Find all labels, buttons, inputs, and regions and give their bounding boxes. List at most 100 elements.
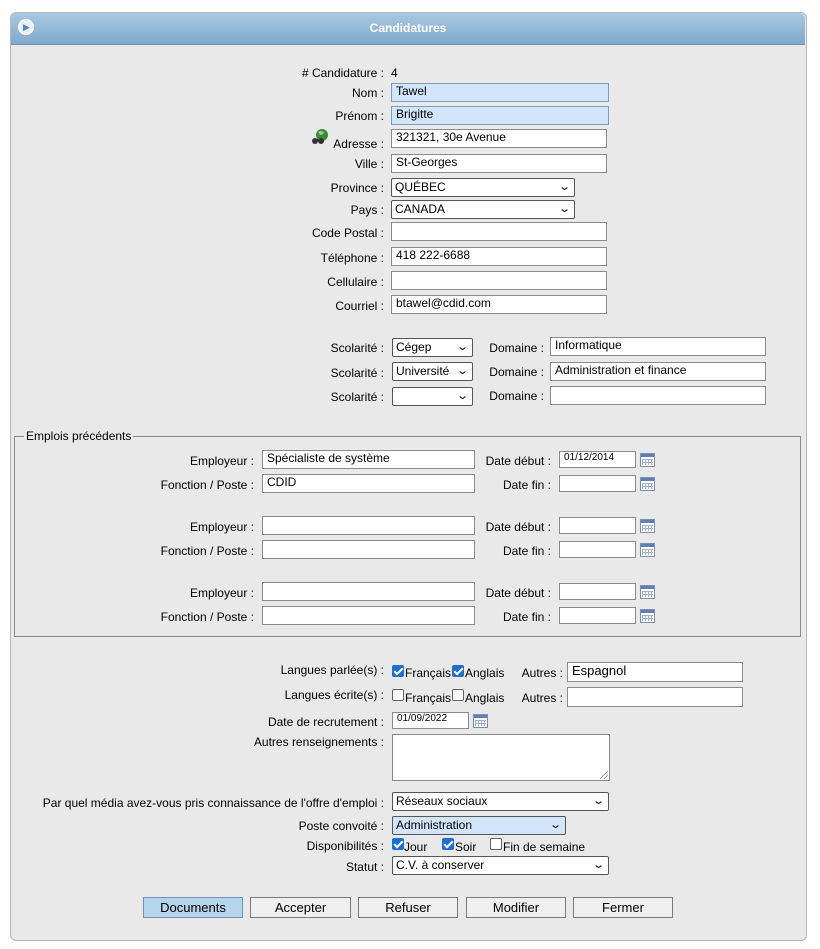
pays-value: CANADA [395, 202, 446, 216]
cellulaire-field[interactable] [391, 271, 607, 290]
scolarite-label: Scolarité : [330, 390, 384, 404]
employeur-label: Employeur : [189, 520, 254, 534]
accepter-button[interactable]: Accepter [250, 897, 351, 918]
date-debut-label: Date début : [485, 454, 551, 468]
employeur-field[interactable] [262, 516, 475, 535]
date-recrutement-label: Date de recrutement : [267, 715, 384, 729]
date-fin-label: Date fin : [502, 478, 551, 492]
modifier-button[interactable]: Modifier [466, 897, 566, 918]
nom-label: Nom : [351, 86, 384, 100]
date-fin-field[interactable] [559, 607, 636, 624]
langues-parlees-label: Langues parlée(s) : [280, 663, 384, 677]
nom-field[interactable]: Tawel [391, 83, 609, 102]
code-postal-field[interactable] [391, 222, 607, 241]
calendar-icon[interactable] [640, 543, 655, 557]
documents-button[interactable]: Documents [143, 897, 243, 918]
calendar-icon[interactable] [640, 519, 655, 533]
soir-label: Soir [455, 840, 477, 854]
poste-value: Administration [396, 818, 473, 832]
fonction-label: Fonction / Poste : [160, 544, 254, 558]
date-debut-field[interactable] [559, 583, 636, 600]
fonction-label: Fonction / Poste : [160, 610, 254, 624]
calendar-icon[interactable] [640, 477, 655, 491]
parlees-autres-field[interactable]: Espagnol [567, 662, 743, 682]
poste-select[interactable]: Administration ⌄ [392, 816, 566, 835]
date-debut-field[interactable]: 01/12/2014 [559, 451, 636, 468]
jour-checkbox[interactable] [392, 838, 404, 850]
adresse-field[interactable]: 321321, 30e Avenue [391, 129, 607, 148]
ville-field[interactable]: St-Georges [391, 154, 607, 173]
domaine-field[interactable]: Informatique [550, 337, 766, 356]
scolarite-select[interactable]: Université ⌄ [392, 362, 473, 381]
media-label: Par quel média avez-vous pris connaissan… [42, 796, 384, 810]
ecrites-autres-field[interactable] [567, 687, 743, 707]
date-fin-field[interactable] [559, 475, 636, 492]
header-bar: ▶ Candidatures [11, 13, 805, 45]
poste-label: Poste convoité : [298, 819, 384, 833]
date-debut-label: Date début : [485, 586, 551, 600]
chevron-down-icon: ⌄ [548, 819, 562, 831]
soir-checkbox[interactable] [442, 838, 454, 850]
refuser-button[interactable]: Refuser [358, 897, 458, 918]
fin-semaine-label: Fin de semaine [503, 840, 586, 854]
ecrites-anglais-checkbox[interactable] [452, 689, 464, 701]
statut-label: Statut : [345, 860, 384, 874]
ville-label: Ville : [354, 157, 384, 171]
employeur-field[interactable]: Spécialiste de système [262, 450, 475, 469]
pays-label: Pays : [350, 203, 384, 217]
code-postal-label: Code Postal : [311, 226, 384, 240]
pays-select[interactable]: CANADA ⌄ [391, 200, 575, 219]
statut-value: C.V. à conserver [396, 858, 485, 872]
resize-grip-icon[interactable] [600, 771, 608, 779]
province-select[interactable]: QUÉBEC ⌄ [391, 178, 575, 197]
calendar-icon[interactable] [640, 453, 655, 467]
scolarite-select[interactable]: Cégep ⌄ [392, 338, 473, 357]
fonction-label: Fonction / Poste : [160, 478, 254, 492]
disponibilites-label: Disponibilités : [306, 839, 384, 853]
media-select[interactable]: Réseaux sociaux ⌄ [392, 792, 609, 811]
statut-select[interactable]: C.V. à conserver ⌄ [392, 856, 609, 875]
chevron-down-icon: ⌄ [455, 390, 469, 402]
adresse-label: Adresse : [333, 137, 384, 151]
date-fin-label: Date fin : [502, 610, 551, 624]
date-recrutement-field[interactable]: 01/09/2022 [392, 712, 469, 729]
autres-renseignements-textarea[interactable] [392, 734, 610, 781]
calendar-icon[interactable] [473, 714, 488, 728]
fonction-field[interactable] [262, 540, 475, 559]
telephone-field[interactable]: 418 222-6688 [391, 247, 607, 266]
scolarite-value: Université [396, 364, 450, 378]
fermer-button[interactable]: Fermer [573, 897, 673, 918]
fonction-field[interactable] [262, 606, 475, 625]
domaine-label: Domaine : [489, 341, 544, 355]
scolarite-select[interactable]: ⌄ [392, 387, 473, 406]
calendar-icon[interactable] [640, 609, 655, 623]
prenom-label: Prénom : [335, 109, 384, 123]
candidature-number-label: # Candidature : [301, 66, 384, 80]
courriel-label: Courriel : [335, 299, 384, 313]
parlees-anglais-checkbox[interactable] [452, 665, 464, 677]
chevron-down-icon: ⌄ [591, 859, 605, 871]
domaine-label: Domaine : [489, 389, 544, 403]
date-debut-field[interactable] [559, 517, 636, 534]
chevron-down-icon: ⌄ [591, 795, 605, 807]
date-debut-label: Date début : [485, 520, 551, 534]
autres-renseignements-label: Autres renseignements : [253, 735, 384, 749]
fonction-field[interactable]: CDID [262, 474, 475, 493]
ecrites-francais-checkbox[interactable] [392, 689, 404, 701]
courriel-field[interactable]: btawel@cdid.com [391, 295, 607, 314]
chevron-down-icon: ⌄ [557, 203, 571, 215]
calendar-icon[interactable] [640, 585, 655, 599]
scolarite-label: Scolarité : [330, 366, 384, 380]
prenom-field[interactable]: Brigitte [391, 106, 609, 125]
parlees-anglais-label: Anglais [465, 666, 505, 680]
date-fin-field[interactable] [559, 541, 636, 558]
page-title: Candidatures [369, 21, 447, 35]
fin-semaine-checkbox[interactable] [490, 838, 502, 850]
parlees-francais-checkbox[interactable] [392, 665, 404, 677]
domaine-field[interactable]: Administration et finance [550, 362, 766, 381]
media-value: Réseaux sociaux [396, 794, 488, 808]
domaine-field[interactable] [550, 386, 766, 405]
domaine-label: Domaine : [489, 365, 544, 379]
employeur-field[interactable] [262, 582, 475, 601]
scolarite-value: Cégep [396, 340, 432, 354]
